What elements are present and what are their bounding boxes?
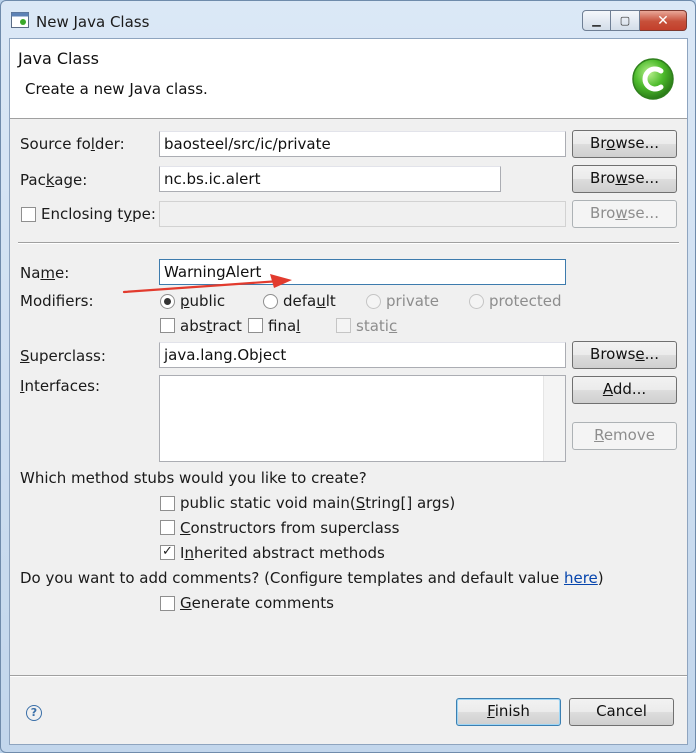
inherited-methods-label: Inherited abstract methods	[180, 544, 385, 562]
name-label: Name:	[20, 264, 70, 282]
protected-radio[interactable]	[469, 294, 484, 309]
page-title: Java Class	[18, 49, 99, 68]
close-button[interactable]: ✕	[640, 10, 687, 31]
help-icon[interactable]: ?	[26, 705, 42, 721]
superclass-label: Superclass:	[20, 347, 106, 365]
source-folder-field[interactable]: baosteel/src/ic/private	[159, 131, 566, 157]
enclosing-type-field[interactable]	[159, 201, 566, 227]
title-bar[interactable]: New Java Class ▁ ▢ ✕	[1, 1, 695, 37]
constructors-checkbox[interactable]	[160, 520, 175, 535]
enclosing-type-label: Enclosing type:	[41, 205, 156, 223]
interfaces-list[interactable]	[159, 375, 566, 462]
source-folder-label: Source folder:	[20, 135, 125, 153]
source-folder-browse-button[interactable]: Browse...	[572, 130, 677, 158]
package-label: Package:	[20, 171, 88, 189]
enclosing-type-browse-button[interactable]: Browse...	[572, 200, 677, 228]
abstract-checkbox[interactable]	[160, 318, 175, 333]
java-class-wizard-icon	[632, 58, 674, 100]
wizard-banner: Java Class Create a new Java class.	[10, 39, 687, 119]
footer-separator	[10, 675, 687, 677]
eclipse-window-icon	[11, 12, 29, 28]
generate-comments-checkbox[interactable]	[160, 596, 175, 611]
static-checkbox-label: static	[356, 317, 398, 335]
maximize-button[interactable]: ▢	[611, 10, 640, 31]
main-method-label: public static void main(String[] args)	[180, 494, 456, 512]
cancel-button[interactable]: Cancel	[569, 698, 674, 726]
remove-interface-button[interactable]: Remove	[572, 422, 677, 450]
final-checkbox[interactable]	[248, 318, 263, 333]
superclass-browse-button[interactable]: Browse...	[572, 341, 677, 369]
modifiers-label: Modifiers:	[20, 292, 94, 310]
interfaces-scrollbar[interactable]	[543, 376, 565, 461]
window-title: New Java Class	[36, 13, 150, 31]
protected-radio-label: protected	[489, 292, 562, 310]
finish-button[interactable]: Finish	[456, 698, 561, 726]
window-controls: ▁ ▢ ✕	[582, 10, 687, 32]
private-radio-label: private	[386, 292, 440, 310]
separator	[18, 242, 679, 244]
package-field[interactable]: nc.bs.ic.alert	[159, 166, 501, 192]
final-checkbox-label: final	[268, 317, 301, 335]
main-method-checkbox[interactable]	[160, 496, 175, 511]
dialog-client-area: Java Class Create a new Java class. Sour…	[9, 38, 688, 745]
page-description: Create a new Java class.	[25, 80, 208, 98]
add-interface-button[interactable]: Add...	[572, 376, 677, 404]
constructors-label: Constructors from superclass	[180, 519, 400, 537]
abstract-checkbox-label: abstract	[180, 317, 242, 335]
generate-comments-label: Generate comments	[180, 594, 334, 612]
inherited-methods-checkbox[interactable]: ✓	[160, 545, 175, 560]
static-checkbox[interactable]	[336, 318, 351, 333]
enclosing-type-checkbox[interactable]	[21, 207, 36, 222]
annotation-arrow-icon	[122, 274, 292, 294]
superclass-field[interactable]: java.lang.Object	[159, 342, 566, 368]
package-browse-button[interactable]: Browse...	[572, 165, 677, 193]
method-stubs-question: Which method stubs would you like to cre…	[20, 469, 367, 487]
comments-question: Do you want to add comments? (Configure …	[20, 569, 604, 587]
interfaces-label: Interfaces:	[20, 377, 101, 395]
new-java-class-dialog: New Java Class ▁ ▢ ✕ Java Class Create a…	[0, 0, 696, 753]
minimize-button[interactable]: ▁	[582, 10, 611, 31]
private-radio[interactable]	[366, 294, 381, 309]
configure-templates-link[interactable]: here	[564, 569, 598, 587]
